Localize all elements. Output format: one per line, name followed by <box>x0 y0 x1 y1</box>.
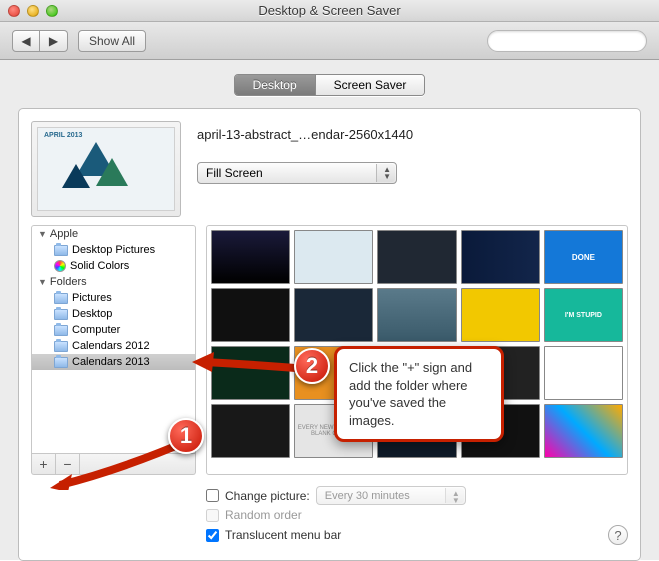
change-picture-label: Change picture: <box>225 489 310 503</box>
thumbnail[interactable] <box>211 288 290 342</box>
folder-icon <box>54 357 68 368</box>
thumbnail[interactable] <box>294 288 373 342</box>
fit-mode-select[interactable]: Fill Screen ▲▼ <box>197 162 397 184</box>
translucent-label: Translucent menu bar <box>225 528 341 542</box>
folder-icon <box>54 245 68 256</box>
thumbnail[interactable] <box>294 230 373 284</box>
content: Desktop Screen Saver april-13-abstract_…… <box>0 60 659 560</box>
sidebar-item-computer[interactable]: Computer <box>32 322 195 338</box>
folder-icon <box>54 309 68 320</box>
sidebar-item-desktop[interactable]: Desktop <box>32 306 195 322</box>
callout-badge-1: 1 <box>168 418 204 454</box>
thumbnail[interactable] <box>211 404 290 458</box>
sidebar-group-folders[interactable]: ▼Folders <box>32 274 195 290</box>
sidebar-item-calendars-2013[interactable]: Calendars 2013 <box>32 354 195 370</box>
thumbnail[interactable] <box>461 288 540 342</box>
thumbnail[interactable] <box>544 404 623 458</box>
thumbnail[interactable]: DONE <box>544 230 623 284</box>
random-order-checkbox <box>206 509 219 522</box>
window-title: Desktop & Screen Saver <box>0 3 659 18</box>
desktop-panel: april-13-abstract_…endar-2560x1440 Fill … <box>18 108 641 561</box>
thumbnail[interactable] <box>461 230 540 284</box>
nav-buttons: ◀ ▶ <box>12 30 68 52</box>
thumbnail[interactable] <box>377 230 456 284</box>
titlebar: Desktop & Screen Saver <box>0 0 659 22</box>
search-input[interactable] <box>500 35 642 47</box>
thumbnail[interactable] <box>211 346 290 400</box>
show-all-button[interactable]: Show All <box>78 30 146 52</box>
callout-text: Click the "+" sign and add the folder wh… <box>334 346 504 442</box>
wallpaper-name: april-13-abstract_…endar-2560x1440 <box>197 127 628 142</box>
add-remove-bar: + − <box>31 454 196 475</box>
folder-icon <box>54 341 68 352</box>
sidebar-item-calendars-2012[interactable]: Calendars 2012 <box>32 338 195 354</box>
add-folder-button[interactable]: + <box>32 454 56 474</box>
toolbar: ◀ ▶ Show All <box>0 22 659 60</box>
folder-icon <box>54 325 68 336</box>
back-button[interactable]: ◀ <box>12 30 40 52</box>
translucent-checkbox[interactable] <box>206 529 219 542</box>
tab-screensaver[interactable]: Screen Saver <box>315 75 425 95</box>
sidebar-item-pictures[interactable]: Pictures <box>32 290 195 306</box>
sidebar-item-desktop-pictures[interactable]: Desktop Pictures <box>32 242 195 258</box>
tab-bar: Desktop Screen Saver <box>18 74 641 96</box>
change-picture-checkbox[interactable] <box>206 489 219 502</box>
tab-desktop[interactable]: Desktop <box>235 75 315 95</box>
thumbnail[interactable] <box>377 288 456 342</box>
interval-select[interactable]: Every 30 minutes ▲▼ <box>316 486 466 505</box>
source-sidebar[interactable]: ▼Apple Desktop Pictures Solid Colors ▼Fo… <box>31 225 196 454</box>
thumbnail[interactable]: I'M STUPID <box>544 288 623 342</box>
color-wheel-icon <box>54 260 66 272</box>
sidebar-group-apple[interactable]: ▼Apple <box>32 226 195 242</box>
folder-icon <box>54 293 68 304</box>
thumbnail[interactable] <box>211 230 290 284</box>
forward-button[interactable]: ▶ <box>40 30 68 52</box>
sidebar-item-solid-colors[interactable]: Solid Colors <box>32 258 195 274</box>
remove-folder-button[interactable]: − <box>56 454 80 474</box>
wallpaper-preview <box>31 121 181 217</box>
search-field[interactable] <box>487 30 647 52</box>
help-button[interactable]: ? <box>608 525 628 545</box>
thumbnail[interactable] <box>544 346 623 400</box>
callout-badge-2: 2 <box>294 348 330 384</box>
fit-mode-value: Fill Screen <box>206 166 263 180</box>
random-order-label: Random order <box>225 508 302 522</box>
